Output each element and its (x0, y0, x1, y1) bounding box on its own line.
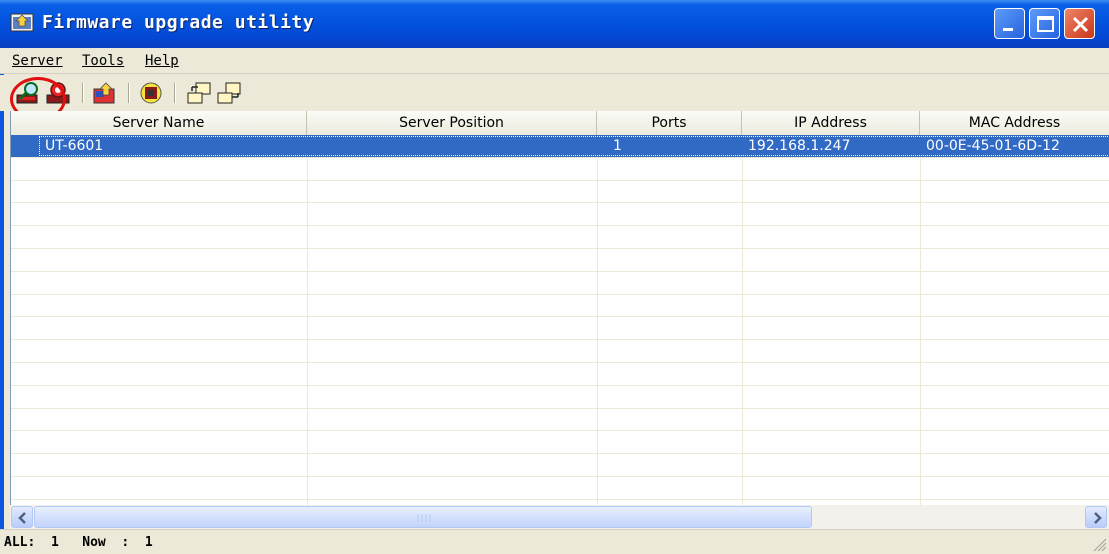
cell-ip-address: 192.168.1.247 (748, 138, 851, 154)
table-row[interactable]: UT-6601 1 192.168.1.247 00-0E-45-01-6D-1… (11, 135, 1109, 158)
cell-server-name: UT-6601 (45, 138, 104, 154)
resize-grip-icon[interactable] (1093, 538, 1107, 552)
empty-row (11, 477, 1109, 500)
column-header-mac-address[interactable]: MAC Address (920, 111, 1109, 135)
firmware-upgrade-icon[interactable] (92, 81, 118, 105)
empty-row (11, 386, 1109, 409)
empty-row (11, 181, 1109, 204)
column-header-server-position[interactable]: Server Position (307, 111, 597, 135)
grip-icon (417, 514, 431, 522)
status-bar: ALL: 1 Now : 1 (0, 529, 1109, 554)
empty-row (11, 409, 1109, 432)
export-icon[interactable] (186, 81, 212, 105)
empty-row (11, 340, 1109, 363)
app-window: Firmware upgrade utility Server Tools He… (0, 0, 1109, 554)
cell-ports: 1 (613, 138, 622, 154)
empty-row (11, 226, 1109, 249)
empty-row (11, 431, 1109, 455)
chip-icon[interactable] (138, 81, 164, 105)
cell-server-position (307, 135, 597, 157)
toolbar-separator (82, 83, 84, 103)
cell-mac-address: 00-0E-45-01-6D-12 (926, 138, 1060, 154)
column-header-ip-address[interactable]: IP Address (742, 111, 920, 135)
window-frame (0, 48, 4, 554)
toolbar (0, 75, 1109, 111)
menu-tools[interactable]: Tools (82, 53, 124, 69)
empty-row (11, 363, 1109, 386)
list-rows: UT-6601 1 192.168.1.247 00-0E-45-01-6D-1… (11, 135, 1109, 505)
menu-server[interactable]: Server (12, 53, 63, 69)
minimize-button[interactable] (994, 8, 1025, 39)
menu-help[interactable]: Help (145, 53, 179, 69)
menu-bar: Server Tools Help (0, 48, 1109, 74)
server-list[interactable]: Server Name Server Position Ports IP Add… (10, 111, 1109, 505)
close-button[interactable] (1064, 8, 1095, 39)
list-header: Server Name Server Position Ports IP Add… (11, 111, 1109, 135)
column-header-server-name[interactable]: Server Name (11, 111, 307, 135)
status-text: ALL: 1 Now : 1 (4, 535, 153, 550)
scroll-left-button[interactable] (11, 506, 33, 528)
toolbar-separator (128, 83, 130, 103)
empty-row (11, 203, 1109, 227)
horizontal-scrollbar[interactable] (10, 505, 1109, 529)
window-title: Firmware upgrade utility (42, 12, 315, 33)
empty-row (11, 272, 1109, 295)
toolbar-separator (174, 83, 176, 103)
app-icon (10, 12, 34, 34)
title-bar[interactable]: Firmware upgrade utility (0, 0, 1109, 48)
scroll-thumb[interactable] (34, 506, 812, 528)
column-header-ports[interactable]: Ports (597, 111, 742, 135)
scroll-right-button[interactable] (1085, 506, 1107, 528)
empty-row (11, 158, 1109, 181)
import-icon[interactable] (216, 81, 242, 105)
empty-row (11, 454, 1109, 477)
maximize-button[interactable] (1029, 8, 1060, 39)
empty-row (11, 249, 1109, 272)
empty-row (11, 295, 1109, 318)
empty-row (11, 317, 1109, 341)
